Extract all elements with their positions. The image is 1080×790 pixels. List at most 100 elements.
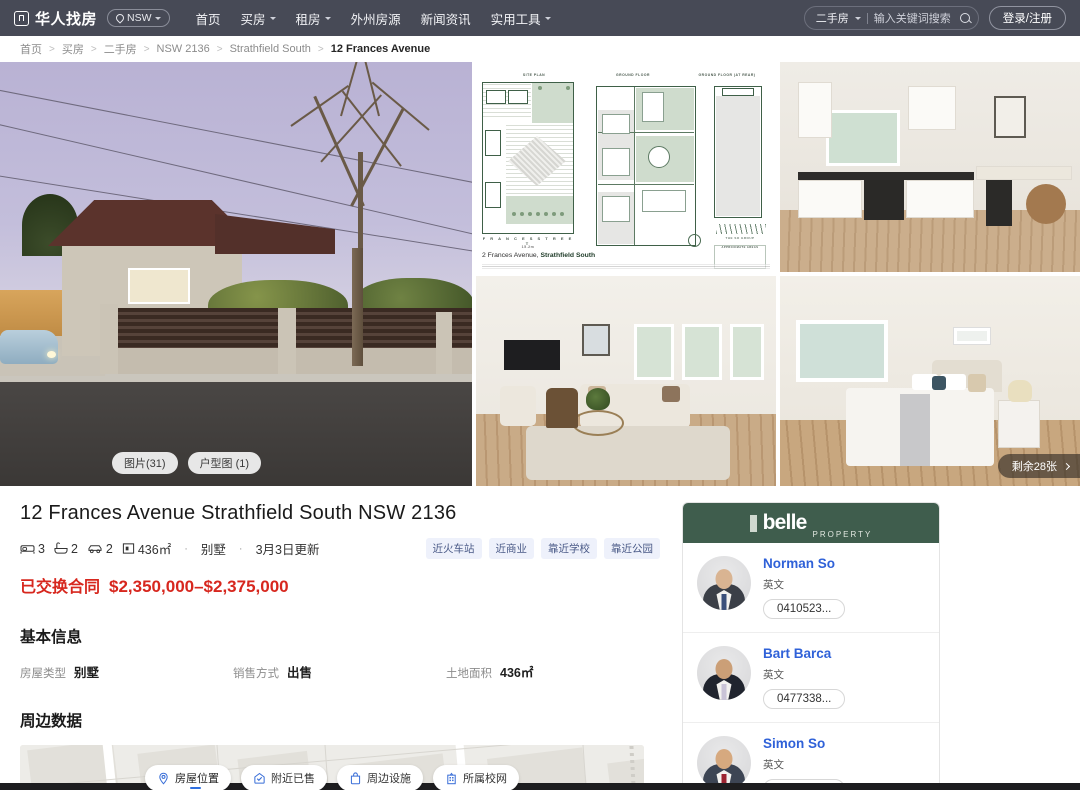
- info-key: 土地面积: [446, 668, 492, 680]
- bedrooms-spec: 3: [20, 542, 45, 556]
- agent-sidebar: belle PROPERTY Norman So 英文 0410523... B…: [660, 486, 1060, 790]
- gallery-main-photo[interactable]: 图片(31) 户型图 (1): [0, 62, 472, 486]
- agent-info: Simon So 英文 0488088...: [763, 736, 925, 790]
- floorplan-disclaimer: [482, 264, 770, 269]
- agent-name[interactable]: Bart Barca: [763, 646, 925, 661]
- brand-name: 华人找房: [35, 10, 98, 28]
- info-key: 房屋类型: [20, 668, 66, 680]
- tag-near-park: 靠近公园: [604, 538, 660, 559]
- region-selector[interactable]: NSW: [107, 9, 170, 27]
- page-title: 12 Frances Avenue Strathfield South NSW …: [20, 502, 457, 524]
- breadcrumb-item-secondhand[interactable]: 二手房: [104, 41, 137, 57]
- breadcrumb-item-home[interactable]: 首页: [20, 41, 42, 57]
- property-meta-row: 3 2 2 436㎡ · 别墅 · 3月3日更新 近火车站 近商业 靠近学校 靠…: [20, 538, 660, 559]
- map-tab-label: 所属校网: [463, 773, 507, 785]
- chevron-down-icon: [324, 16, 331, 20]
- agent-list-item: Norman So 英文 0410523...: [683, 543, 939, 633]
- avatar: [697, 556, 751, 610]
- bath-icon: [54, 542, 68, 554]
- tag-near-school: 靠近学校: [541, 538, 597, 559]
- agent-phone-button[interactable]: 0477338...: [763, 689, 846, 709]
- nav-item-buy[interactable]: 买房: [241, 9, 276, 28]
- search-bar[interactable]: 二手房 输入关键词搜索: [803, 6, 979, 30]
- map-tab-group: 房屋位置 附近已售 周边设施 所属校网: [20, 765, 644, 790]
- land-area-spec: 436㎡: [122, 539, 171, 558]
- agency-brand-name: belle: [762, 511, 808, 534]
- map-tab-label: 附近已售: [271, 773, 315, 785]
- info-value: 别墅: [74, 666, 100, 680]
- floorplan-caption: 2 Frances Avenue, Strathfield South: [482, 252, 595, 259]
- breadcrumb-item-postcode[interactable]: NSW 2136: [157, 43, 210, 55]
- nav-right-group: 二手房 输入关键词搜索 登录/注册: [803, 6, 1066, 30]
- more-photos-button[interactable]: 剩余28张: [997, 454, 1080, 478]
- breadcrumb-item-suburb[interactable]: Strathfield South: [230, 43, 311, 55]
- search-input[interactable]: 输入关键词搜索: [874, 10, 954, 26]
- agent-name[interactable]: Simon So: [763, 736, 925, 751]
- map-tab-amenities[interactable]: 周边设施: [337, 765, 423, 790]
- parking-spec: 2: [87, 542, 113, 556]
- photos-count-badge[interactable]: 图片(31): [112, 452, 178, 474]
- chevron-right-icon: [1062, 462, 1071, 470]
- nav-item-news[interactable]: 新闻资讯: [421, 9, 471, 28]
- region-label: NSW: [127, 12, 152, 24]
- land-area-value: 436㎡: [137, 543, 172, 557]
- nav-item-rent[interactable]: 租房: [296, 9, 331, 28]
- updated-date: 3月3日更新: [255, 543, 320, 557]
- search-icon[interactable]: [959, 13, 970, 23]
- nearby-map[interactable]: 房屋位置 附近已售 周边设施 所属校网: [20, 745, 644, 790]
- more-photos-label: 剩余28张: [1011, 461, 1057, 473]
- nav-label: 新闻资讯: [420, 12, 471, 27]
- chevron-down-icon: [544, 16, 551, 20]
- property-details-column: 12 Frances Avenue Strathfield South NSW …: [20, 486, 660, 790]
- agent-language: 英文: [763, 669, 784, 681]
- gallery-floorplan-photo[interactable]: SITE PLAN GROUND FLOOR GROUND FLOOR (AT …: [476, 62, 776, 272]
- tag-near-commercial: 近商业: [488, 538, 534, 559]
- map-tab-school-zone[interactable]: 所属校网: [433, 765, 519, 790]
- bed-icon: [20, 545, 35, 554]
- living-room-photo: [476, 276, 776, 486]
- page-content: 12 Frances Avenue Strathfield South NSW …: [0, 486, 1080, 790]
- chevron-down-icon[interactable]: [854, 16, 861, 20]
- nav-item-home[interactable]: 首页: [196, 9, 221, 28]
- car-icon: [88, 545, 102, 554]
- agency-brand-subtitle: PROPERTY: [812, 530, 873, 539]
- chevron-down-icon: [154, 16, 161, 20]
- logo-mark-icon: [14, 10, 29, 26]
- status-badge: 已交换合同: [20, 579, 101, 596]
- info-value: 436㎡: [500, 666, 534, 680]
- agency-card: belle PROPERTY Norman So 英文 0410523... B…: [682, 502, 940, 790]
- nav-item-tools[interactable]: 实用工具: [491, 9, 551, 28]
- login-register-button[interactable]: 登录/注册: [988, 6, 1066, 30]
- gallery-kitchen-photo[interactable]: [780, 62, 1080, 272]
- info-value: 出售: [287, 666, 313, 680]
- info-key: 销售方式: [233, 668, 279, 680]
- basic-info-grid: 房屋类型 别墅 销售方式 出售 土地面积 436㎡: [20, 662, 660, 681]
- breadcrumb-item-buy[interactable]: 买房: [62, 41, 84, 57]
- agent-list-item: Simon So 英文 0488088...: [683, 723, 939, 790]
- agent-list-item: Bart Barca 英文 0477338...: [683, 633, 939, 723]
- property-specs: 3 2 2 436㎡ · 别墅 · 3月3日更新: [20, 539, 319, 558]
- map-tab-label: 房屋位置: [175, 773, 219, 785]
- agent-info: Bart Barca 英文 0477338...: [763, 646, 925, 709]
- map-tab-recently-sold[interactable]: 附近已售: [241, 765, 327, 790]
- floorplan-panel-title: GROUND FLOOR: [616, 73, 650, 77]
- floorplan-panel-title: SITE PLAN: [522, 73, 546, 77]
- agent-name[interactable]: Norman So: [763, 556, 925, 571]
- info-item-land-area: 土地面积 436㎡: [446, 662, 659, 681]
- site-logo[interactable]: 华人找房: [14, 8, 97, 29]
- gallery-living-room-photo[interactable]: [476, 276, 776, 486]
- bathrooms-spec: 2: [54, 542, 78, 556]
- nav-item-interstate[interactable]: 外州房源: [351, 9, 401, 28]
- parking-value: 2: [105, 541, 113, 556]
- map-tab-location[interactable]: 房屋位置: [145, 765, 231, 790]
- floorplan-suburb: Strathfield South: [540, 252, 596, 259]
- agent-phone-button[interactable]: 0410523...: [763, 599, 846, 619]
- breadcrumb-separator: >: [317, 43, 324, 55]
- floorplan-image: SITE PLAN GROUND FLOOR GROUND FLOOR (AT …: [476, 62, 776, 272]
- school-building-icon: [445, 772, 458, 785]
- nav-label: 实用工具: [490, 12, 541, 27]
- nav-label: 租房: [295, 12, 321, 27]
- gallery-badges: 图片(31) 户型图 (1): [112, 452, 262, 474]
- search-category-label[interactable]: 二手房: [816, 10, 849, 26]
- floorplan-count-badge[interactable]: 户型图 (1): [187, 452, 262, 474]
